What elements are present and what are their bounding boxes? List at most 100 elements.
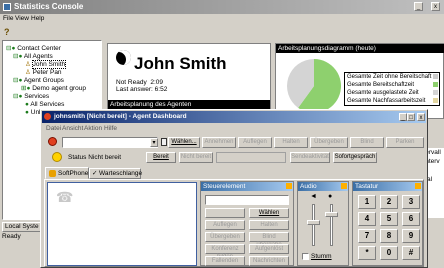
keypad-panel: Tastatur 1 2 3 4 5 6 7 8 9 * 0 # <box>352 181 423 266</box>
keypad-key[interactable]: # <box>402 246 420 260</box>
mute-checkbox[interactable] <box>302 253 309 260</box>
agent-last-answer: Last answer: 6:52 <box>116 86 168 93</box>
nicht-bereit-button[interactable]: Nicht bereit <box>179 152 213 163</box>
status-bar-text: Ready <box>2 233 21 240</box>
agent-dashboard-window: johnsmith [Nicht bereit] - Agent Dashboa… <box>40 109 428 268</box>
legend-item: Gesamte Zeit ohne Bereitschaft <box>345 73 439 81</box>
reason-select[interactable] <box>216 152 286 163</box>
status-icon <box>52 152 62 162</box>
steuer-halten-button[interactable]: Halten <box>249 220 289 230</box>
toolbar-halten[interactable]: Halten <box>274 137 308 148</box>
steuer-konferenz-button[interactable]: Konferenz bilden <box>205 244 245 260</box>
dashboard-maximize-button[interactable]: □ <box>407 113 415 121</box>
bereit-button[interactable]: Bereit <box>146 152 176 163</box>
pie-legend: Gesamte Zeit ohne Bereitschaft Gesamte B… <box>344 72 440 106</box>
app-icon <box>3 3 11 11</box>
tab-softphone-label: SoftPhone <box>58 170 89 177</box>
tab-softphone[interactable]: SoftPhone <box>45 167 89 179</box>
steuer-auflegen-button[interactable]: Auflegen <box>205 220 245 230</box>
keypad-key[interactable]: 9 <box>402 229 420 243</box>
steuer-blank-button[interactable] <box>205 208 245 218</box>
pie-title: Arbeitsplanungsdiagramm (heute) <box>276 44 444 53</box>
console-titlebar[interactable]: Statistics Console _ x <box>0 0 444 14</box>
menu-file[interactable]: File <box>3 14 13 23</box>
panel-icon <box>415 183 421 189</box>
dashboard-menubar: Datei Ansicht Aktion Hilfe <box>42 124 426 134</box>
mute-label: Stumm <box>311 253 332 260</box>
steuer-header: Steuerelement <box>201 182 293 191</box>
dial-icon[interactable] <box>161 138 167 146</box>
menu-hilfe[interactable]: Hilfe <box>104 124 117 133</box>
steuer-nachrichten-button[interactable]: Nachrichten <box>249 256 289 266</box>
dashboard-minimize-button[interactable]: _ <box>399 113 407 121</box>
dashboard-app-icon <box>44 113 51 120</box>
tab-warteschlange-label: Warteschlange <box>99 170 143 177</box>
keypad-key[interactable]: * <box>358 246 376 260</box>
audio-header: Audio <box>298 182 348 191</box>
sendeaktivitaet-button[interactable]: Sendeaktivität <box>290 152 330 163</box>
dashboard-toolbar: ▾ Wählen... Annehmen Auflegen Halten Übe… <box>42 135 426 150</box>
call-display: ☎ <box>47 182 197 266</box>
menu-view[interactable]: View <box>15 14 29 23</box>
hangup-icon[interactable] <box>48 137 57 146</box>
call-glyph-icon: ☎ <box>56 189 74 205</box>
steuer-waehlen-button[interactable]: Wählen <box>249 208 289 218</box>
console-toolbar: ? <box>0 25 444 38</box>
keypad-key[interactable]: 1 <box>358 195 376 209</box>
panel-icon <box>286 183 292 189</box>
keypad-key[interactable]: 6 <box>402 212 420 226</box>
audio-panel: Audio ◄ ● Stumm <box>297 181 349 266</box>
status-text: Status Nicht bereit <box>68 154 122 161</box>
menu-aktion[interactable]: Aktion <box>84 124 102 133</box>
steuer-fallenden-button[interactable]: Fallenden <box>205 256 245 266</box>
keypad-key[interactable]: 0 <box>380 246 398 260</box>
menu-ansicht[interactable]: Ansicht <box>62 124 83 133</box>
keypad-key[interactable]: 3 <box>402 195 420 209</box>
dashboard-titlebar[interactable]: johnsmith [Nicht bereit] - Agent Dashboa… <box>42 111 426 123</box>
speaker-icon: ◄ <box>310 193 317 200</box>
keypad-key[interactable]: 8 <box>380 229 398 243</box>
softphone-pane: ☎ Steuerelement Wählen Auflegen Halten Ü… <box>44 179 424 267</box>
dashboard-close-button[interactable]: x <box>417 113 425 121</box>
legend-item: Gesamte ausgelastete Zeit <box>345 89 439 97</box>
toolbar-blind[interactable]: Blind <box>350 137 384 148</box>
keypad-header: Tastatur <box>353 182 422 191</box>
toolbar-parken[interactable]: Parken <box>386 137 424 148</box>
console-menubar: File View Help <box>0 14 444 25</box>
keypad-key[interactable]: 2 <box>380 195 398 209</box>
speaker-slider-thumb[interactable] <box>307 220 320 225</box>
help-icon[interactable]: ? <box>4 27 10 37</box>
mic-volume-slider[interactable] <box>330 204 333 246</box>
close-button[interactable]: x <box>431 2 440 11</box>
dashboard-title: johnsmith [Nicht bereit] - Agent Dashboa… <box>54 113 187 120</box>
agent-name: John Smith <box>134 54 227 73</box>
steuer-uebergeben-button[interactable]: Übergeben <box>205 232 245 242</box>
steuer-blind-button[interactable]: Blind übergabe <box>249 232 289 248</box>
dial-input[interactable] <box>62 137 158 148</box>
toolbar-uebergeben[interactable]: Übergeben <box>310 137 348 148</box>
console-title: Statistics Console <box>14 2 84 11</box>
menu-datei[interactable]: Datei <box>46 124 61 133</box>
sofortgespraech-button[interactable]: Sofortgespräch <box>333 152 377 163</box>
keypad-key[interactable]: 5 <box>380 212 398 226</box>
toolbar-annehmen[interactable]: Annehmen <box>202 137 236 148</box>
toolbar-auflegen[interactable]: Auflegen <box>238 137 272 148</box>
tab-warteschlange[interactable]: ✓ Warteschlange <box>89 168 143 179</box>
status-row: Status Nicht bereit Bereit Nicht bereit … <box>42 151 426 165</box>
mic-slider-thumb[interactable] <box>325 212 338 217</box>
steuer-aufgeloest-button[interactable]: Aufgenlöst <box>249 244 289 254</box>
keypad-key[interactable]: 4 <box>358 212 376 226</box>
steuer-number-input[interactable] <box>205 195 289 205</box>
steuer-panel: Steuerelement Wählen Auflegen Halten Übe… <box>200 181 294 266</box>
minimize-button[interactable]: _ <box>414 2 423 11</box>
legend-item: Gesamte Bereitschaftzeit <box>345 81 439 89</box>
schedule-header: Arbeitsplanung des Agenten <box>108 100 270 109</box>
menu-help[interactable]: Help <box>31 14 44 23</box>
dial-dropdown[interactable]: ▾ <box>150 138 158 147</box>
moon-icon <box>116 50 131 65</box>
panel-icon <box>341 183 347 189</box>
microphone-icon: ● <box>328 193 333 200</box>
keypad-key[interactable]: 7 <box>358 229 376 243</box>
toolbar-waehlen[interactable]: Wählen... <box>168 137 200 148</box>
speaker-volume-slider[interactable] <box>312 204 315 246</box>
